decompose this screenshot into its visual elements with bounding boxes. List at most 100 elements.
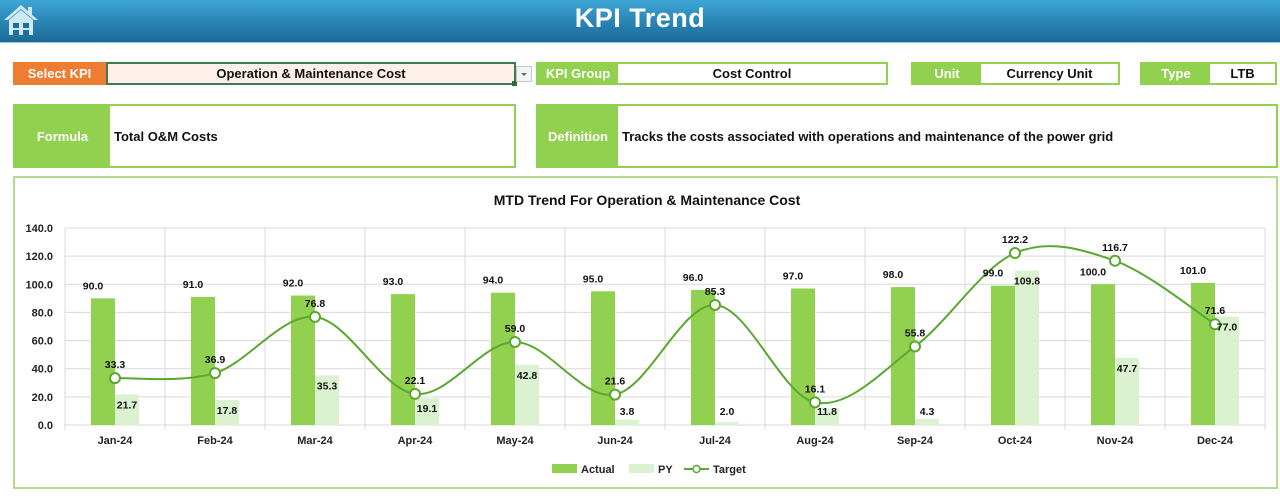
y-tick-label: 20.0: [32, 392, 53, 404]
py-bar: [715, 422, 739, 425]
target-point: [1009, 247, 1021, 260]
target-point: [709, 298, 721, 311]
py-data-label: 21.7: [117, 399, 138, 411]
py-data-label: 17.8: [217, 405, 238, 417]
target-point: [409, 387, 421, 400]
kpi-select-value: Operation & Maintenance Cost: [216, 66, 406, 81]
legend-actual-swatch: [552, 464, 577, 473]
actual-data-label: 99.0: [983, 268, 1004, 280]
actual-data-label: 93.0: [383, 276, 404, 288]
y-tick-label: 40.0: [32, 364, 53, 376]
target-point: [609, 388, 621, 401]
x-tick-label: Apr-24: [398, 435, 434, 447]
target-data-label: 33.3: [105, 359, 126, 371]
legend-target-marker: [692, 464, 701, 474]
py-data-label: 77.0: [1217, 322, 1238, 334]
target-data-label: 55.8: [905, 327, 926, 339]
chevron-down-icon[interactable]: [516, 66, 532, 82]
trend-chart: MTD Trend For Operation & Maintenance Co…: [25, 192, 1266, 476]
chart-title: MTD Trend For Operation & Maintenance Co…: [494, 192, 801, 208]
definition-label: Definition: [538, 106, 618, 166]
target-point: [309, 310, 321, 323]
legend: Actual PY Target: [552, 464, 746, 476]
x-axis: Jan-24 Feb-24 Mar-24 Apr-24 May-24 Jun-24 Jul-…: [98, 435, 1234, 447]
actual-data-label: 98.0: [883, 269, 904, 281]
target-point: [209, 367, 221, 380]
definition-box: Definition Tracks the costs associated w…: [536, 104, 1278, 168]
legend-py-label: PY: [658, 464, 673, 476]
y-tick-label: 80.0: [32, 307, 53, 319]
target-data-label: 122.2: [1002, 234, 1028, 246]
x-tick-label: May-24: [496, 435, 534, 447]
actual-bar: [491, 292, 515, 425]
actual-data-label: 101.0: [1180, 265, 1206, 277]
unit-field: Unit Currency Unit: [911, 62, 1120, 85]
py-bar: [915, 418, 939, 425]
unit-value: Currency Unit: [981, 64, 1118, 83]
x-tick-label: Feb-24: [197, 435, 233, 447]
py-data-label: 42.8: [517, 370, 538, 382]
py-data-label: 3.8: [620, 406, 635, 418]
py-data-label: 4.3: [920, 406, 935, 418]
target-data-label: 36.9: [205, 354, 226, 366]
y-tick-label: 0.0: [38, 420, 53, 432]
target-data-label: 71.6: [1205, 305, 1226, 317]
y-tick-label: 120.0: [25, 251, 53, 263]
legend-actual-label: Actual: [581, 464, 615, 476]
actual-bar: [1091, 284, 1115, 425]
chart-container: MTD Trend For Operation & Maintenance Co…: [13, 176, 1278, 489]
x-tick-label: Jul-24: [699, 435, 732, 447]
py-bar: [615, 419, 639, 425]
py-data-label: 35.3: [317, 380, 338, 392]
actual-bar: [391, 294, 415, 425]
kpi-group-label: KPI Group: [538, 64, 618, 83]
data-labels: 90.0 21.7 91.0 17.8 92.0 35.3 93.0 19.1 94.0 42.8…: [83, 234, 1238, 418]
y-axis: 0.0 20.0 40.0 60.0 80.0 100.0 120.0 140.0: [25, 223, 53, 432]
type-value: LTB: [1210, 64, 1275, 83]
kpi-group-field: KPI Group Cost Control: [536, 62, 888, 85]
kpi-group-value: Cost Control: [618, 64, 886, 83]
target-data-label: 21.6: [605, 376, 626, 388]
page-title: KPI Trend: [574, 3, 706, 33]
target-data-label: 85.3: [705, 286, 726, 298]
actual-data-label: 95.0: [583, 273, 604, 285]
target-point: [509, 335, 521, 348]
header-bar: KPI Trend: [0, 0, 1280, 43]
y-tick-label: 140.0: [25, 223, 53, 235]
target-data-label: 116.7: [1102, 242, 1128, 254]
target-data-label: 59.0: [505, 323, 526, 335]
py-data-label: 11.8: [817, 406, 837, 418]
x-tick-label: Sep-24: [897, 435, 934, 447]
target-point: [1109, 254, 1121, 267]
py-data-label: 2.0: [720, 406, 735, 418]
unit-label: Unit: [913, 64, 981, 83]
x-tick-label: Jan-24: [98, 435, 134, 447]
target-data-label: 22.1: [405, 375, 426, 387]
py-bar: [1015, 270, 1039, 425]
legend-py-swatch: [629, 464, 654, 473]
actual-data-label: 97.0: [783, 271, 804, 283]
formula-box: Formula Total O&M Costs: [13, 104, 516, 168]
actual-bar: [1191, 282, 1215, 425]
formula-value: Total O&M Costs: [110, 106, 514, 166]
actual-data-label: 90.0: [83, 280, 104, 292]
x-tick-label: Aug-24: [796, 435, 834, 447]
gridlines: [64, 227, 1266, 430]
formula-label: Formula: [15, 106, 110, 166]
type-label: Type: [1142, 64, 1210, 83]
py-data-label: 47.7: [1117, 363, 1138, 375]
x-tick-label: Oct-24: [998, 435, 1033, 447]
actual-bar: [691, 289, 715, 425]
actual-data-label: 92.0: [283, 278, 304, 290]
actual-data-label: 91.0: [183, 279, 204, 291]
select-kpi-label: Select KPI: [13, 62, 106, 85]
kpi-selector: Select KPI Operation & Maintenance Cost: [13, 62, 517, 86]
actual-data-label: 100.0: [1080, 266, 1106, 278]
target-point: [909, 340, 921, 353]
kpi-select-input[interactable]: Operation & Maintenance Cost: [106, 62, 517, 86]
x-tick-label: Nov-24: [1097, 435, 1135, 447]
actual-bar: [991, 285, 1015, 425]
target-data-label: 16.1: [805, 383, 826, 395]
x-tick-label: Jun-24: [597, 435, 633, 447]
type-field: Type LTB: [1140, 62, 1277, 85]
